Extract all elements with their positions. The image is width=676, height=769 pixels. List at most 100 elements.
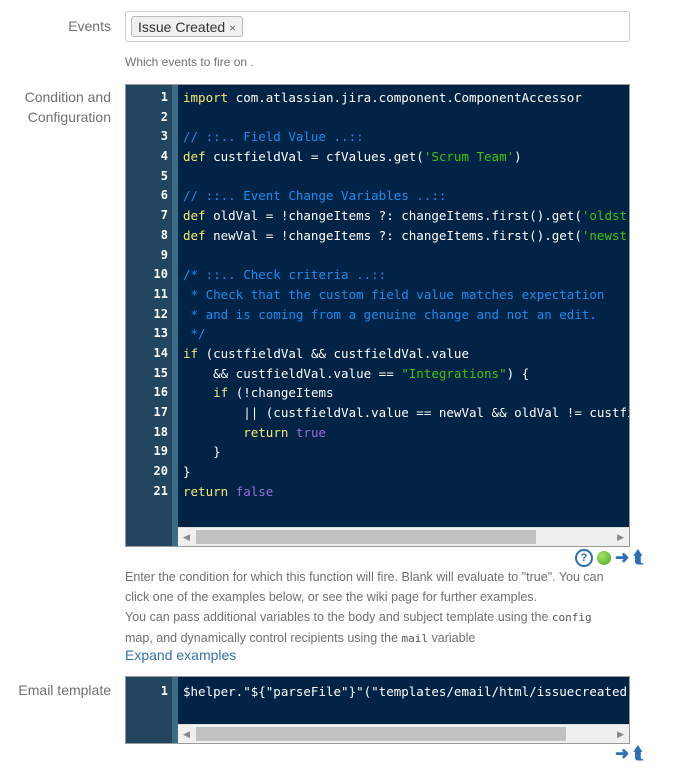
condition-help-text: Enter the condition for which this funct… — [125, 567, 604, 649]
line-number: 8 — [160, 227, 168, 242]
code-token: 'newstring' — [581, 227, 629, 243]
code-text[interactable]: if (custfieldVal && custfieldVal.value — [183, 344, 629, 364]
scroll-left-icon[interactable]: ◀ — [183, 530, 190, 544]
code-line[interactable]: 1 $helper."${"parseFile"}"("templates/ema… — [126, 682, 629, 702]
code-line[interactable]: 11 * Check that the custom field value m… — [126, 285, 629, 305]
code-token: false — [235, 483, 274, 499]
line-number: 1 — [160, 684, 168, 698]
condition-label-line2: Configuration — [27, 109, 111, 125]
events-label: Events — [68, 18, 111, 34]
code-token: if — [213, 385, 229, 401]
code-line[interactable]: 2 — [126, 108, 629, 128]
code-line[interactable]: 18 return true — [126, 423, 629, 443]
code-token: * Check that the custom field value matc… — [183, 286, 605, 302]
code-text[interactable]: $helper."${"parseFile"}"("templates/emai… — [183, 682, 629, 702]
code-lines[interactable]: 1 import com.atlassian.jira.component.Com… — [126, 88, 629, 501]
code-text[interactable]: import com.atlassian.jira.component.Comp… — [183, 88, 629, 108]
expand-examples-link[interactable]: Expand examples — [125, 647, 236, 663]
code-lines[interactable]: 1 $helper."${"parseFile"}"("templates/ema… — [126, 682, 629, 702]
code-line[interactable]: 5 — [126, 167, 629, 187]
code-line[interactable]: 8 def newVal = !changeItems ?: changeItem… — [126, 226, 629, 246]
code-token: true — [295, 424, 327, 440]
code-line[interactable]: 20} — [126, 462, 629, 482]
horizontal-scrollbar[interactable]: ◀ ▶ — [178, 527, 629, 546]
event-chip-issue-created: Issue Created × — [131, 16, 244, 37]
line-number: 3 — [160, 129, 168, 144]
code-text[interactable]: */ — [183, 324, 629, 344]
code-text[interactable]: def oldVal = !changeItems ?: changeItems… — [183, 206, 629, 226]
help-line-4-end: variable — [428, 631, 476, 645]
scroll-left-icon[interactable]: ◀ — [183, 727, 190, 741]
code-token: (custfieldVal && custfieldVal.value — [198, 345, 469, 361]
code-text[interactable]: } — [183, 462, 629, 482]
events-description: Which events to fire on . — [125, 55, 254, 69]
arrow-back-icon[interactable]: ⮬ — [633, 549, 643, 566]
line-number: 21 — [153, 483, 168, 498]
help-line-1: Enter the condition for which this funct… — [125, 570, 604, 584]
code-text[interactable]: def newVal = !changeItems ?: changeItems… — [183, 226, 629, 246]
code-line[interactable]: 17 || (custfieldVal.value == newVal && o… — [126, 403, 629, 423]
code-text[interactable]: def custfieldVal = cfValues.get('Scrum T… — [183, 147, 629, 167]
code-token: if — [183, 345, 199, 361]
code-line[interactable]: 16 if (!changeItems — [126, 383, 629, 403]
help-line-3-text: You can pass additional variables to the… — [125, 610, 552, 624]
code-text[interactable]: * and is coming from a genuine change an… — [183, 305, 629, 325]
code-line[interactable]: 10 /* ::.. Check criteria ..:: — [126, 265, 629, 285]
code-line[interactable]: 21 return false — [126, 482, 629, 502]
code-line[interactable]: 1 import com.atlassian.jira.component.Com… — [126, 88, 629, 108]
code-line[interactable]: 7 def oldVal = !changeItems ?: changeItem… — [126, 206, 629, 226]
scrollbar-thumb[interactable] — [196, 727, 566, 741]
code-token: // ::.. Field Value ..:: — [183, 129, 364, 145]
code-token: 'oldstring' — [581, 208, 629, 224]
code-line[interactable]: 12 * and is coming from a genuine change… — [126, 305, 629, 325]
email-template-label: Email template — [18, 682, 111, 698]
line-number: 6 — [160, 188, 168, 203]
arrow-back-icon[interactable]: ⮬ — [633, 745, 643, 762]
help-line-2: click one of the examples below, or see … — [125, 590, 538, 604]
scroll-right-icon[interactable]: ▶ — [617, 530, 624, 544]
code-line[interactable]: 15 && custfieldVal.value == "Integration… — [126, 364, 629, 384]
scroll-right-icon[interactable]: ▶ — [617, 727, 624, 741]
code-text[interactable]: // ::.. Event Change Variables ..:: — [183, 186, 629, 206]
horizontal-scrollbar[interactable]: ◀ ▶ — [178, 724, 629, 743]
code-text[interactable]: if (!changeItems — [183, 383, 629, 403]
code-text[interactable]: || (custfieldVal.value == newVal && oldV… — [183, 403, 629, 423]
code-text[interactable]: return false — [183, 482, 629, 502]
line-number: 7 — [160, 208, 168, 223]
code-line[interactable]: 4 def custfieldVal = cfValues.get('Scrum … — [126, 147, 629, 167]
condition-code-editor[interactable]: 1 import com.atlassian.jira.component.Com… — [125, 84, 630, 547]
code-line[interactable]: 19 } — [126, 442, 629, 462]
code-line[interactable]: 3 // ::.. Field Value ..:: — [126, 127, 629, 147]
code-text[interactable]: * Check that the custom field value matc… — [183, 285, 629, 305]
code-text[interactable]: } — [183, 442, 629, 462]
code-token: && custfieldVal.value == — [183, 365, 402, 381]
line-number: 2 — [160, 109, 168, 124]
code-line[interactable]: 9 — [126, 246, 629, 266]
code-token: } — [183, 444, 221, 460]
line-number: 13 — [153, 326, 168, 341]
code-line[interactable]: 14 if (custfieldVal && custfieldVal.value — [126, 344, 629, 364]
code-text[interactable]: return true — [183, 423, 629, 443]
code-text[interactable]: && custfieldVal.value == "Integrations")… — [183, 364, 629, 384]
code-text[interactable]: /* ::.. Check criteria ..:: — [183, 265, 629, 285]
code-line[interactable]: 13 */ — [126, 324, 629, 344]
status-ok-icon[interactable] — [597, 551, 611, 565]
email-template-editor[interactable]: 1 $helper."${"parseFile"}"("templates/ema… — [125, 676, 630, 744]
arrow-right-icon[interactable]: ➜ — [615, 549, 629, 566]
mail-code: mail — [401, 632, 429, 645]
code-token: 'Scrum Team' — [423, 149, 515, 165]
code-token: def — [183, 227, 206, 243]
remove-chip-icon[interactable]: × — [229, 21, 236, 35]
code-token: return — [183, 483, 229, 499]
config-code: config — [551, 611, 592, 624]
scrollbar-thumb[interactable] — [196, 530, 536, 544]
code-line[interactable]: 6 // ::.. Event Change Variables ..:: — [126, 186, 629, 206]
code-token: com.atlassian.jira.component.ComponentAc… — [228, 90, 582, 105]
arrow-right-icon[interactable]: ➜ — [615, 745, 629, 762]
events-multiselect[interactable]: Issue Created × — [125, 11, 630, 42]
code-text[interactable]: // ::.. Field Value ..:: — [183, 127, 629, 147]
help-icon[interactable]: ? — [575, 549, 593, 567]
code-token: || (custfieldVal.value == newVal && oldV… — [243, 405, 629, 420]
